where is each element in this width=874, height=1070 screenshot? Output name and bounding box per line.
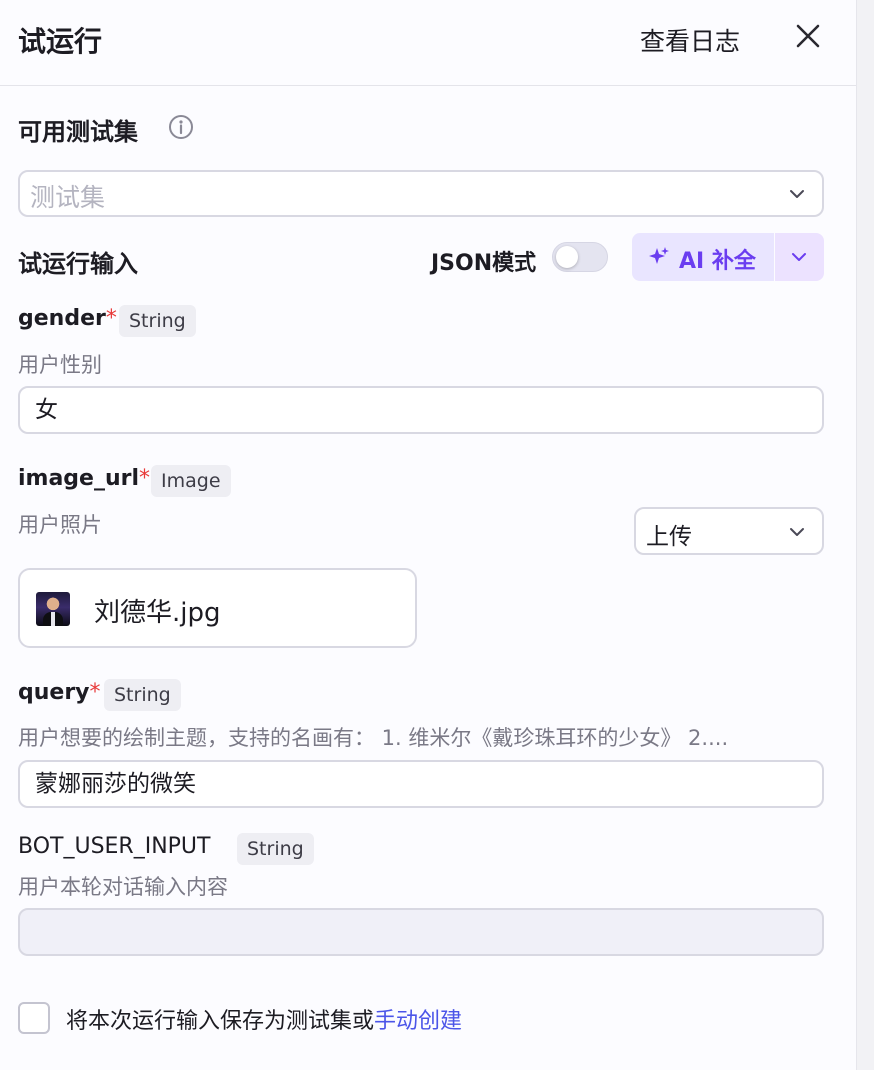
gender-input[interactable]: 女 — [18, 386, 824, 434]
test-set-select[interactable]: 测试集 — [18, 170, 824, 217]
field-bot-user-input-description: 用户本轮对话输入内容 — [18, 875, 228, 899]
save-as-test-set-checkbox[interactable] — [18, 1002, 50, 1034]
field-bot-user-input-type: String — [237, 833, 314, 865]
panel-title: 试运行 — [18, 25, 103, 58]
view-log-button[interactable]: 查看日志 — [640, 22, 740, 58]
field-query-type: String — [104, 679, 181, 711]
chevron-down-icon — [790, 190, 804, 198]
bot-user-input-field[interactable] — [18, 908, 824, 956]
field-gender-name: gender* — [18, 306, 117, 331]
scrollbar-track[interactable] — [856, 0, 874, 1070]
save-as-test-set-label: 将本次运行输入保存为测试集或手动创建 — [66, 1009, 463, 1034]
query-input[interactable]: 蒙娜丽莎的微笑 — [18, 760, 824, 808]
panel-header: 试运行 查看日志 — [0, 0, 856, 86]
run-input-title: 试运行输入 — [18, 250, 138, 278]
chevron-down-icon — [792, 253, 806, 261]
uploaded-file-name: 刘德华.jpg — [94, 598, 221, 628]
test-set-placeholder: 测试集 — [30, 183, 106, 212]
manual-create-link[interactable]: 手动创建 — [374, 1009, 462, 1034]
ai-complete-label: AI 补全 — [679, 249, 756, 274]
field-query-description: 用户想要的绘制主题，支持的名画有： 1. 维米尔《戴珍珠耳环的少女》 2.... — [18, 726, 729, 750]
field-image-url-description: 用户照片 — [18, 513, 102, 537]
upload-mode-select[interactable]: 上传 — [634, 507, 824, 555]
field-image-url-type: Image — [151, 465, 231, 497]
upload-mode-value: 上传 — [646, 524, 692, 550]
image-thumbnail — [36, 592, 70, 626]
uploaded-file-card[interactable]: 刘德华.jpg — [18, 568, 417, 648]
toggle-knob — [556, 246, 578, 268]
info-icon[interactable] — [168, 114, 194, 140]
field-image-url-name: image_url* — [18, 466, 151, 491]
json-mode-label: JSON模式 — [431, 251, 537, 276]
test-run-panel: 试运行 查看日志 可用测试集 测试集 试运行输入 JSON模式 AI 补全 ge — [0, 0, 856, 1070]
test-set-title: 可用测试集 — [18, 118, 138, 146]
field-bot-user-input-name: BOT_USER_INPUT — [18, 834, 211, 859]
field-gender-type: String — [119, 305, 196, 337]
field-query-name: query* — [18, 680, 101, 705]
json-mode-toggle[interactable] — [552, 242, 608, 272]
field-gender-description: 用户性别 — [18, 353, 102, 377]
ai-complete-button[interactable]: AI 补全 — [632, 233, 774, 281]
sparkle-icon — [649, 247, 669, 264]
ai-complete-dropdown[interactable] — [775, 233, 824, 281]
chevron-down-icon — [790, 528, 804, 536]
close-icon[interactable] — [794, 22, 822, 50]
